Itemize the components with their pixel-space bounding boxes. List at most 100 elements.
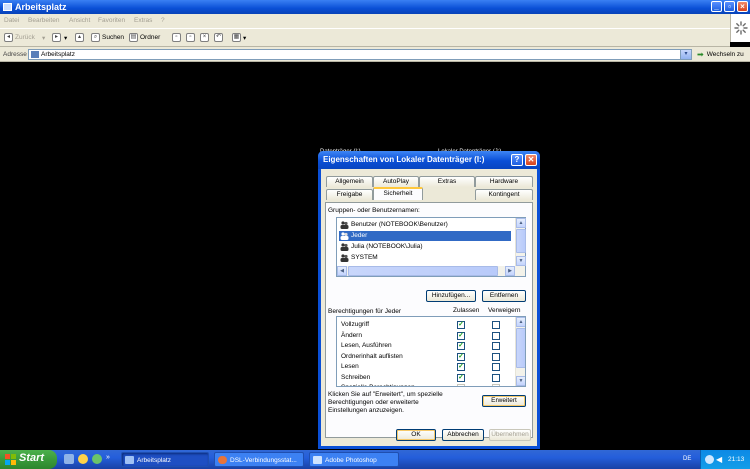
- dialog-close-button[interactable]: ✕: [525, 154, 537, 166]
- apply-button[interactable]: Übernehmen: [489, 429, 531, 441]
- remove-button[interactable]: Entfernen: [482, 290, 526, 302]
- menu-help[interactable]: ?: [161, 17, 165, 24]
- tab-extras[interactable]: Extras: [419, 176, 475, 187]
- scroll-thumb-horizontal[interactable]: [348, 266, 498, 276]
- menu-favorites[interactable]: Favoriten: [98, 17, 125, 24]
- back-arrow-icon: ◂: [4, 33, 13, 42]
- forward-button[interactable]: ▸: [52, 32, 63, 43]
- permissions-vertical-scrollbar[interactable]: ▲ ▼: [515, 317, 525, 386]
- messenger-icon[interactable]: [92, 454, 102, 464]
- undo-button[interactable]: ↶: [214, 32, 225, 43]
- task-button-photoshop[interactable]: Adobe Photoshop: [309, 452, 399, 467]
- go-button[interactable]: ➡ Wechseln zu: [697, 50, 744, 59]
- forward-dropdown[interactable]: ▾: [64, 32, 67, 43]
- menu-view[interactable]: Ansicht: [69, 17, 90, 24]
- advanced-button[interactable]: Erweitert: [482, 395, 526, 407]
- folders-button[interactable]: ▤ Ordner: [129, 32, 160, 43]
- window-titlebar[interactable]: Arbeitsplatz _ ▫ ×: [0, 0, 750, 14]
- permission-label: Lesen, Ausführen: [341, 342, 392, 349]
- users-vertical-scrollbar[interactable]: ▲ ▼: [515, 218, 526, 266]
- dialog-help-button[interactable]: ?: [511, 154, 523, 166]
- up-button[interactable]: ▴: [75, 32, 86, 43]
- permission-allow-checkbox[interactable]: [457, 384, 465, 386]
- media-player-icon[interactable]: [78, 454, 88, 464]
- copy-to-button[interactable]: ▫: [186, 32, 197, 43]
- scroll-thumb[interactable]: [516, 229, 526, 253]
- ok-button[interactable]: OK: [396, 429, 436, 441]
- clock[interactable]: 21:13: [728, 456, 744, 463]
- dialog-titlebar[interactable]: Eigenschaften von Lokaler Datenträger (I…: [318, 151, 540, 169]
- permission-deny-checkbox[interactable]: [492, 384, 500, 386]
- scroll-up-button[interactable]: ▲: [516, 218, 526, 228]
- search-button[interactable]: ⌕ Suchen: [91, 32, 124, 43]
- scroll-down-button[interactable]: ▼: [516, 256, 526, 266]
- tab-security[interactable]: Sicherheit: [373, 187, 423, 200]
- scroll-up-button[interactable]: ▲: [516, 317, 525, 327]
- minimize-button[interactable]: _: [711, 1, 722, 12]
- window-title: Arbeitsplatz: [15, 2, 67, 12]
- permission-deny-checkbox[interactable]: [492, 342, 500, 350]
- quicklaunch-expand-icon[interactable]: »: [106, 454, 114, 464]
- permission-allow-checkbox[interactable]: ✓: [457, 321, 465, 329]
- close-button[interactable]: ×: [737, 1, 748, 12]
- permission-label: Lesen: [341, 363, 359, 370]
- scroll-thumb[interactable]: [516, 328, 525, 368]
- tab-hardware[interactable]: Hardware: [475, 176, 533, 187]
- volume-icon[interactable]: ◀: [716, 455, 723, 464]
- permission-allow-checkbox[interactable]: ✓: [457, 363, 465, 371]
- windows-logo-icon: [5, 454, 16, 465]
- computer-icon: [3, 3, 12, 11]
- users-listbox[interactable]: Benutzer (NOTEBOOK\Benutzer) Jeder Julia…: [336, 217, 526, 277]
- tab-general[interactable]: Allgemein: [326, 176, 373, 187]
- list-item[interactable]: Julia (NOTEBOOK\Julia): [339, 242, 511, 252]
- address-input[interactable]: Arbeitsplatz: [28, 49, 692, 60]
- permission-deny-checkbox[interactable]: [492, 331, 500, 340]
- permission-deny-checkbox[interactable]: [492, 363, 500, 371]
- users-horizontal-scrollbar[interactable]: ◀ ▶: [337, 266, 525, 276]
- address-dropdown-button[interactable]: ▾: [680, 49, 692, 60]
- permission-row: Lesen ✓: [337, 362, 515, 372]
- photoshop-icon: [313, 456, 322, 464]
- scroll-down-button[interactable]: ▼: [516, 376, 525, 386]
- maximize-button[interactable]: ▫: [724, 1, 735, 12]
- language-indicator[interactable]: DE: [683, 456, 691, 462]
- list-item-selected[interactable]: Jeder: [339, 231, 511, 241]
- task-button-explorer[interactable]: Arbeitsplatz: [121, 452, 209, 467]
- scroll-left-button[interactable]: ◀: [337, 266, 347, 276]
- permission-allow-checkbox[interactable]: ✓: [457, 331, 465, 340]
- permission-deny-checkbox[interactable]: [492, 373, 500, 382]
- delete-button[interactable]: ×: [200, 32, 211, 43]
- task-button-dsl[interactable]: DSL-Verbindungsstat...: [214, 452, 304, 467]
- permission-label: Ordnerinhalt auflisten: [341, 352, 403, 360]
- start-button[interactable]: Start: [0, 450, 57, 469]
- tab-autoplay[interactable]: AutoPlay: [373, 176, 419, 187]
- list-item[interactable]: Benutzer (NOTEBOOK\Benutzer): [339, 220, 511, 230]
- tab-quota[interactable]: Kontingent: [475, 189, 533, 200]
- tab-sharing[interactable]: Freigabe: [326, 189, 373, 200]
- move-to-button[interactable]: ▫: [172, 32, 183, 43]
- add-button[interactable]: Hinzufügen...: [426, 290, 476, 302]
- menu-edit[interactable]: Bearbeiten: [28, 17, 59, 24]
- taskbar: Start » Arbeitsplatz DSL-Verbindungsstat…: [0, 450, 750, 469]
- back-button[interactable]: ◂ Zurück: [4, 32, 35, 43]
- back-dropdown[interactable]: ▾: [42, 32, 45, 43]
- standard-toolbar: ◂ Zurück ▾ ▸ ▾ ▴ ⌕ Suchen ▤ Ordner ▫ ▫ ×…: [0, 28, 730, 47]
- cancel-button[interactable]: Abbrechen: [442, 429, 484, 441]
- permission-deny-checkbox[interactable]: [492, 352, 500, 361]
- dialog-body: Allgemein AutoPlay Extras Hardware Freig…: [321, 169, 537, 446]
- permission-allow-checkbox[interactable]: ✓: [457, 352, 465, 361]
- back-label: Zurück: [15, 34, 35, 41]
- network-icon[interactable]: [705, 455, 714, 464]
- permission-row: Vollzugriff ✓: [337, 320, 515, 330]
- permission-allow-checkbox[interactable]: ✓: [457, 373, 465, 382]
- scroll-right-button[interactable]: ▶: [505, 266, 515, 276]
- permission-deny-checkbox[interactable]: [492, 321, 500, 329]
- menu-tools[interactable]: Extras: [134, 17, 152, 24]
- views-button[interactable]: ▦ ▾: [232, 32, 246, 43]
- show-desktop-icon[interactable]: [64, 454, 74, 464]
- permission-allow-checkbox[interactable]: ✓: [457, 342, 465, 350]
- undo-icon: ↶: [214, 33, 223, 42]
- list-item[interactable]: SYSTEM: [339, 253, 511, 263]
- menu-file[interactable]: Datei: [4, 17, 19, 24]
- advanced-description: Klicken Sie auf "Erweitert", um speziell…: [328, 391, 443, 414]
